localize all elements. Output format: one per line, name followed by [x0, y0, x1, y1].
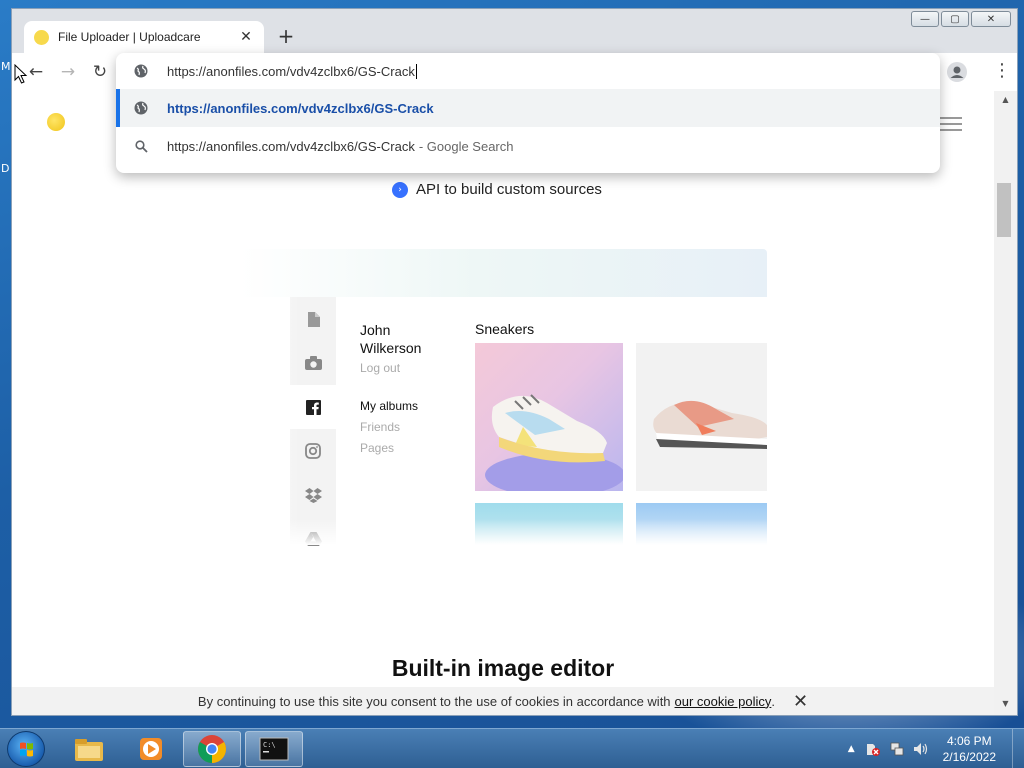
taskbar: C:\ ▲ 4:06 PM 2/16/2022: [0, 728, 1024, 768]
dropbox-icon: [304, 487, 322, 503]
browser-tab[interactable]: File Uploader | Uploadcare ✕: [24, 21, 264, 53]
media-player-icon: [140, 738, 162, 760]
profile-icon[interactable]: [947, 62, 967, 82]
camera-icon: [304, 356, 322, 370]
globe-icon: [132, 99, 150, 117]
reload-button[interactable]: ↻: [88, 61, 112, 83]
new-tab-button[interactable]: +: [274, 24, 298, 48]
uploadcare-logo-icon[interactable]: [47, 113, 65, 131]
mouse-cursor-icon: [14, 64, 28, 84]
omnibox-dropdown: https://anonfiles.com/vdv4zclbx6/GS-Crac…: [116, 53, 940, 173]
hamburger-menu-icon[interactable]: [940, 117, 962, 135]
text-caret: [415, 63, 417, 79]
windows-logo-icon: [20, 742, 33, 757]
cookie-close-icon[interactable]: ✕: [793, 691, 808, 712]
demo-nav-friends[interactable]: Friends: [360, 420, 400, 434]
page-viewport: › API to build custom sources John Wilke…: [12, 91, 994, 715]
cookie-banner: By continuing to use this site you conse…: [12, 687, 994, 715]
sneaker-photo[interactable]: [636, 343, 767, 491]
omnibox-suggestion[interactable]: https://anonfiles.com/vdv4zclbx6/GS-Crac…: [116, 89, 940, 127]
demo-user-name: John Wilkerson: [360, 322, 422, 356]
globe-icon: [132, 62, 150, 80]
cookie-text: By continuing to use this site you conse…: [197, 693, 671, 709]
action-center-icon[interactable]: [865, 741, 881, 757]
tab-close-icon[interactable]: ✕: [238, 29, 254, 45]
cookie-period: .: [771, 693, 775, 709]
clock-date: 2/16/2022: [942, 750, 996, 764]
demo-nav-my-albums[interactable]: My albums: [360, 399, 418, 413]
omnibox-suggestion[interactable]: https://anonfiles.com/vdv4zclbx6/GS-Crac…: [116, 127, 940, 165]
window-controls: — ▢ ✕: [911, 11, 1011, 27]
facebook-icon: [305, 399, 321, 415]
taskbar-chrome[interactable]: [183, 731, 241, 767]
demo-fade: [240, 519, 767, 545]
system-tray: ▲ 4:06 PM 2/16/2022: [848, 729, 1024, 768]
show-desktop-button[interactable]: [1012, 729, 1024, 768]
instagram-icon: [305, 443, 321, 459]
scroll-down-icon[interactable]: ▼: [994, 697, 1017, 711]
uploader-demo: John Wilkerson Log out My albums Friends…: [240, 249, 767, 546]
search-icon: [132, 137, 150, 155]
uploadcare-favicon-icon: [34, 29, 49, 45]
section-heading: Built-in image editor: [391, 655, 615, 681]
demo-logout-link[interactable]: Log out: [360, 361, 400, 375]
scroll-thumb[interactable]: [997, 183, 1011, 237]
taskbar-cmd[interactable]: C:\: [245, 731, 303, 767]
file-icon: [307, 311, 320, 327]
clock-time: 4:06 PM: [946, 734, 992, 748]
network-icon[interactable]: [889, 741, 905, 757]
tray-expand-icon[interactable]: ▲: [848, 744, 855, 754]
tab-title: File Uploader | Uploadcare: [58, 30, 201, 44]
suggestion-query: https://anonfiles.com/vdv4zclbx6/GS-Crac…: [167, 138, 415, 154]
desktop-icon-label[interactable]: M: [1, 60, 11, 73]
feature-text: API to build custom sources: [416, 181, 602, 198]
page-scrollbar[interactable]: ▲ ▼: [994, 91, 1017, 715]
desktop-icon-label[interactable]: D: [1, 162, 9, 175]
feature-item: › API to build custom sources: [392, 181, 602, 198]
cmd-icon: C:\: [259, 737, 289, 761]
code-icon: ›: [392, 181, 408, 198]
start-button[interactable]: [7, 731, 45, 767]
volume-icon[interactable]: [913, 741, 929, 757]
browser-menu-icon[interactable]: ⋮: [993, 61, 1011, 83]
taskbar-explorer[interactable]: [60, 731, 118, 767]
demo-header-band: [240, 249, 767, 297]
sneaker-photo[interactable]: [475, 343, 623, 491]
sneaker-image: [653, 400, 767, 449]
maximize-button[interactable]: ▢: [941, 11, 969, 27]
minimize-button[interactable]: —: [911, 11, 939, 27]
svg-text:C:\: C:\: [263, 741, 276, 749]
chrome-icon: [198, 735, 226, 763]
address-bar[interactable]: https://anonfiles.com/vdv4zclbx6/GS-Crac…: [116, 53, 940, 89]
gallery-title: Sneakers: [475, 321, 535, 337]
sneaker-image: [485, 394, 623, 491]
suggestion-source: - Google Search: [418, 138, 514, 154]
forward-button[interactable]: →: [56, 61, 80, 83]
explorer-icon: [75, 739, 103, 761]
scroll-up-icon[interactable]: ▲: [994, 93, 1017, 107]
system-clock[interactable]: 4:06 PM 2/16/2022: [943, 733, 996, 765]
suggestion-url: https://anonfiles.com/vdv4zclbx6/GS-Crac…: [167, 100, 434, 116]
taskbar-media-player[interactable]: [122, 731, 180, 767]
demo-nav-pages[interactable]: Pages: [360, 441, 394, 455]
close-window-button[interactable]: ✕: [971, 11, 1011, 27]
address-input[interactable]: https://anonfiles.com/vdv4zclbx6/GS-Crac…: [167, 64, 415, 79]
demo-fade: [240, 297, 300, 545]
cookie-policy-link[interactable]: our cookie policy: [675, 694, 772, 709]
